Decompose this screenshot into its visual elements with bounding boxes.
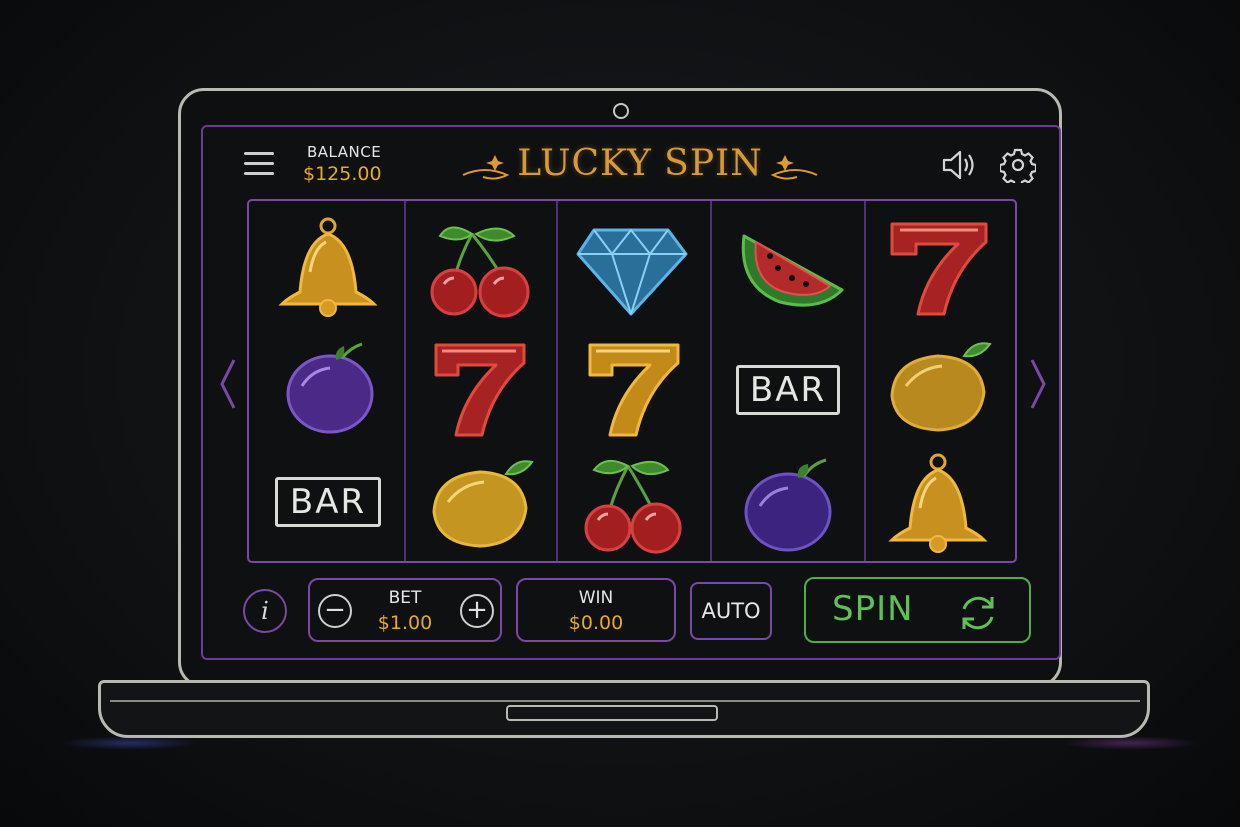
win-panel: WIN $0.00 <box>516 578 676 642</box>
bell-icon <box>880 448 1000 558</box>
diamond-icon <box>572 218 692 328</box>
cherries-icon <box>420 216 540 326</box>
bar-symbol: BAR <box>275 477 381 527</box>
win-value: $0.00 <box>568 612 624 634</box>
gear-icon[interactable] <box>998 147 1038 188</box>
balance-label: BALANCE <box>307 143 382 161</box>
watermelon-icon <box>730 216 850 326</box>
refresh-icon <box>956 591 1000 635</box>
seven-icon <box>420 335 540 445</box>
base-edge <box>110 700 1140 702</box>
reel-divider <box>710 201 712 561</box>
bet-panel: − BET $1.00 + <box>308 578 502 642</box>
chevron-right-icon[interactable] <box>1026 356 1050 412</box>
bet-increase-button[interactable]: + <box>460 594 494 628</box>
seven-icon <box>882 214 1002 324</box>
seven-icon <box>574 335 694 445</box>
win-label: WIN <box>578 588 614 608</box>
chalk-dust <box>60 736 200 750</box>
speaker-icon[interactable] <box>941 149 977 181</box>
bet-label: BET <box>388 588 422 608</box>
plum-icon <box>732 452 852 562</box>
hamburger-menu-icon[interactable] <box>244 152 274 178</box>
lemon-icon <box>422 452 542 562</box>
auto-spin-button[interactable]: AUTO <box>690 582 772 640</box>
cherries-icon <box>572 452 692 562</box>
balance-value: $125.00 <box>303 163 382 185</box>
bet-decrease-button[interactable]: − <box>318 594 352 628</box>
chalk-dust <box>1060 736 1200 750</box>
chevron-left-icon[interactable] <box>216 356 240 412</box>
trackpad-notch <box>506 705 718 721</box>
spin-button[interactable]: SPIN <box>804 577 1031 643</box>
bet-value: $1.00 <box>377 612 433 634</box>
webcam-icon <box>613 103 629 119</box>
reel-divider <box>864 201 866 561</box>
game-title-logo: LUCKY SPIN <box>455 135 825 195</box>
game-title: LUCKY SPIN <box>517 143 763 184</box>
info-button[interactable]: i <box>243 589 287 633</box>
reel-divider <box>404 201 406 561</box>
bell-icon <box>270 212 390 322</box>
reel-divider <box>556 201 558 561</box>
spin-label: SPIN <box>832 589 914 629</box>
lemon-icon <box>882 336 1002 446</box>
plum-icon <box>272 336 392 446</box>
bar-symbol: BAR <box>736 365 840 415</box>
